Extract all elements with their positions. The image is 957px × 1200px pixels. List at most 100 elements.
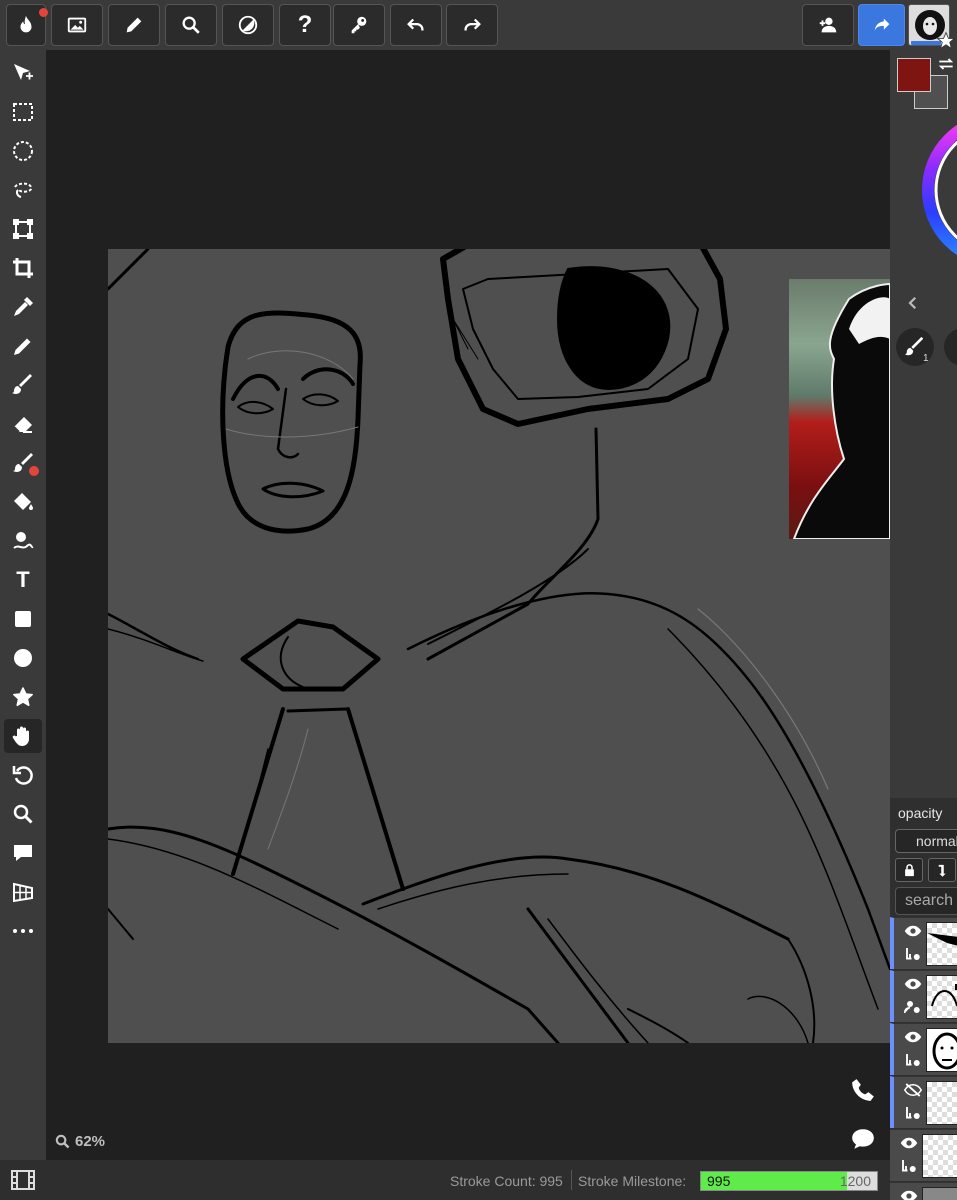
chevron-left-icon[interactable] bbox=[904, 294, 922, 312]
phone-icon bbox=[852, 1079, 874, 1101]
eraser-tool[interactable] bbox=[4, 407, 42, 441]
move-select-icon bbox=[14, 64, 33, 80]
eye-icon[interactable] bbox=[904, 924, 922, 938]
eye-icon[interactable] bbox=[900, 1136, 918, 1150]
filmstrip-icon[interactable] bbox=[10, 1168, 36, 1192]
smudge-tool[interactable] bbox=[4, 524, 42, 558]
lasso-tool[interactable] bbox=[4, 173, 42, 207]
layer-link-icon[interactable] bbox=[904, 1105, 922, 1121]
help-button[interactable]: ? bbox=[279, 4, 331, 46]
text-tool[interactable]: T bbox=[4, 563, 42, 597]
eye-icon[interactable] bbox=[900, 1189, 918, 1200]
pencil-icon bbox=[14, 338, 31, 355]
add-user-icon bbox=[819, 17, 837, 33]
eyedropper-tool[interactable] bbox=[4, 290, 42, 324]
thumb-art bbox=[927, 933, 957, 946]
add-user-button[interactable] bbox=[802, 4, 854, 46]
swap-colors-icon[interactable] bbox=[936, 54, 956, 74]
eye-hidden-icon[interactable] bbox=[904, 1083, 922, 1097]
reference-image[interactable] bbox=[789, 279, 890, 539]
call-button[interactable] bbox=[848, 1075, 878, 1105]
search-button[interactable] bbox=[165, 4, 217, 46]
hand-icon bbox=[12, 726, 29, 746]
reference-artwork bbox=[792, 282, 890, 539]
ellipse-shape-tool[interactable] bbox=[4, 641, 42, 675]
crop-icon bbox=[13, 258, 33, 278]
chat-bubble-icon bbox=[852, 1129, 874, 1149]
eye-icon[interactable] bbox=[904, 977, 922, 991]
app-logo-button[interactable] bbox=[6, 4, 48, 46]
layer-thumbnail bbox=[926, 975, 957, 1019]
pencil-tool[interactable] bbox=[4, 329, 42, 363]
comment-tool[interactable] bbox=[4, 836, 42, 870]
share-arrow-icon bbox=[874, 18, 889, 31]
zoom-icon bbox=[13, 804, 33, 824]
drawing-canvas[interactable] bbox=[108, 249, 890, 1043]
perspective-tool[interactable] bbox=[4, 875, 42, 909]
crop-tool[interactable] bbox=[4, 251, 42, 285]
smudge-icon bbox=[13, 532, 34, 549]
zoom-tool[interactable] bbox=[4, 797, 42, 831]
redo-button[interactable] bbox=[446, 4, 498, 46]
layer-row[interactable] bbox=[890, 1023, 957, 1075]
layer-thumbnail bbox=[926, 1028, 957, 1072]
draw-button[interactable] bbox=[108, 4, 160, 46]
chat-button[interactable] bbox=[848, 1124, 878, 1154]
key-button[interactable] bbox=[333, 4, 385, 46]
share-button[interactable] bbox=[858, 4, 905, 46]
layer-link-icon[interactable] bbox=[900, 1158, 918, 1174]
ellipse-select-tool[interactable] bbox=[4, 134, 42, 168]
rotate-tool[interactable] bbox=[4, 758, 42, 792]
star-badge-icon bbox=[936, 31, 956, 50]
brush-tool[interactable] bbox=[4, 368, 42, 402]
brush-slot-number: 1 bbox=[923, 353, 929, 364]
stroke-milestone-progress: 995 1200 bbox=[700, 1171, 878, 1191]
image-button[interactable] bbox=[51, 4, 103, 46]
zoom-readout[interactable]: 62% bbox=[54, 1133, 105, 1150]
star-shape-tool[interactable] bbox=[4, 680, 42, 714]
merge-down-button[interactable] bbox=[928, 858, 956, 882]
undo-button[interactable] bbox=[390, 4, 442, 46]
rectangle-shape-tool[interactable] bbox=[4, 602, 42, 636]
blend-mode-select[interactable]: normal bbox=[895, 829, 957, 853]
top-toolbar: ? bbox=[0, 0, 957, 50]
divider bbox=[571, 1170, 572, 1190]
layer-link-icon[interactable] bbox=[904, 946, 922, 962]
question-icon: ? bbox=[297, 11, 313, 38]
person-link-icon[interactable] bbox=[904, 999, 922, 1015]
layer-row[interactable] bbox=[890, 1182, 957, 1200]
layer-row[interactable] bbox=[890, 917, 957, 969]
more-tools[interactable] bbox=[4, 914, 42, 948]
flame-logo-icon bbox=[20, 15, 32, 33]
stroke-count: Stroke Count: 995 bbox=[450, 1173, 563, 1189]
hand-tool[interactable] bbox=[4, 719, 42, 753]
canvas-viewport[interactable]: 62% bbox=[46, 50, 890, 1160]
rect-select-tool[interactable] bbox=[4, 95, 42, 129]
layer-row[interactable] bbox=[890, 1129, 957, 1181]
color-wheel[interactable] bbox=[920, 110, 957, 270]
primary-color-swatch[interactable] bbox=[897, 58, 931, 92]
bucket-fill-tool[interactable] bbox=[4, 485, 42, 519]
transform-icon bbox=[13, 219, 33, 239]
layer-search-input[interactable]: search bbox=[895, 887, 957, 915]
layer-thumbnail bbox=[922, 1187, 957, 1200]
eyedropper-icon bbox=[14, 297, 33, 316]
eye-icon[interactable] bbox=[904, 1030, 922, 1044]
mixer-brush-tool[interactable] bbox=[4, 446, 42, 480]
layer-thumbnail bbox=[926, 1081, 957, 1125]
app-window: ? T 62% 1 opacity normal search Stroke C… bbox=[0, 0, 957, 1200]
sketch-artwork bbox=[108, 249, 890, 1043]
perspective-icon bbox=[13, 882, 33, 903]
brush-slot-2[interactable] bbox=[944, 328, 957, 366]
layer-row[interactable] bbox=[890, 1076, 957, 1128]
move-select-tool[interactable] bbox=[4, 56, 42, 90]
rotate-icon bbox=[12, 766, 33, 785]
magnifier-icon bbox=[182, 16, 200, 34]
layer-row[interactable] bbox=[890, 970, 957, 1022]
milestone-target-value: 1200 bbox=[839, 1173, 871, 1189]
layer-link-icon[interactable] bbox=[904, 1052, 922, 1068]
adjust-button[interactable] bbox=[222, 4, 274, 46]
more-icon bbox=[13, 929, 33, 933]
transform-tool[interactable] bbox=[4, 212, 42, 246]
lock-layer-button[interactable] bbox=[895, 858, 923, 882]
